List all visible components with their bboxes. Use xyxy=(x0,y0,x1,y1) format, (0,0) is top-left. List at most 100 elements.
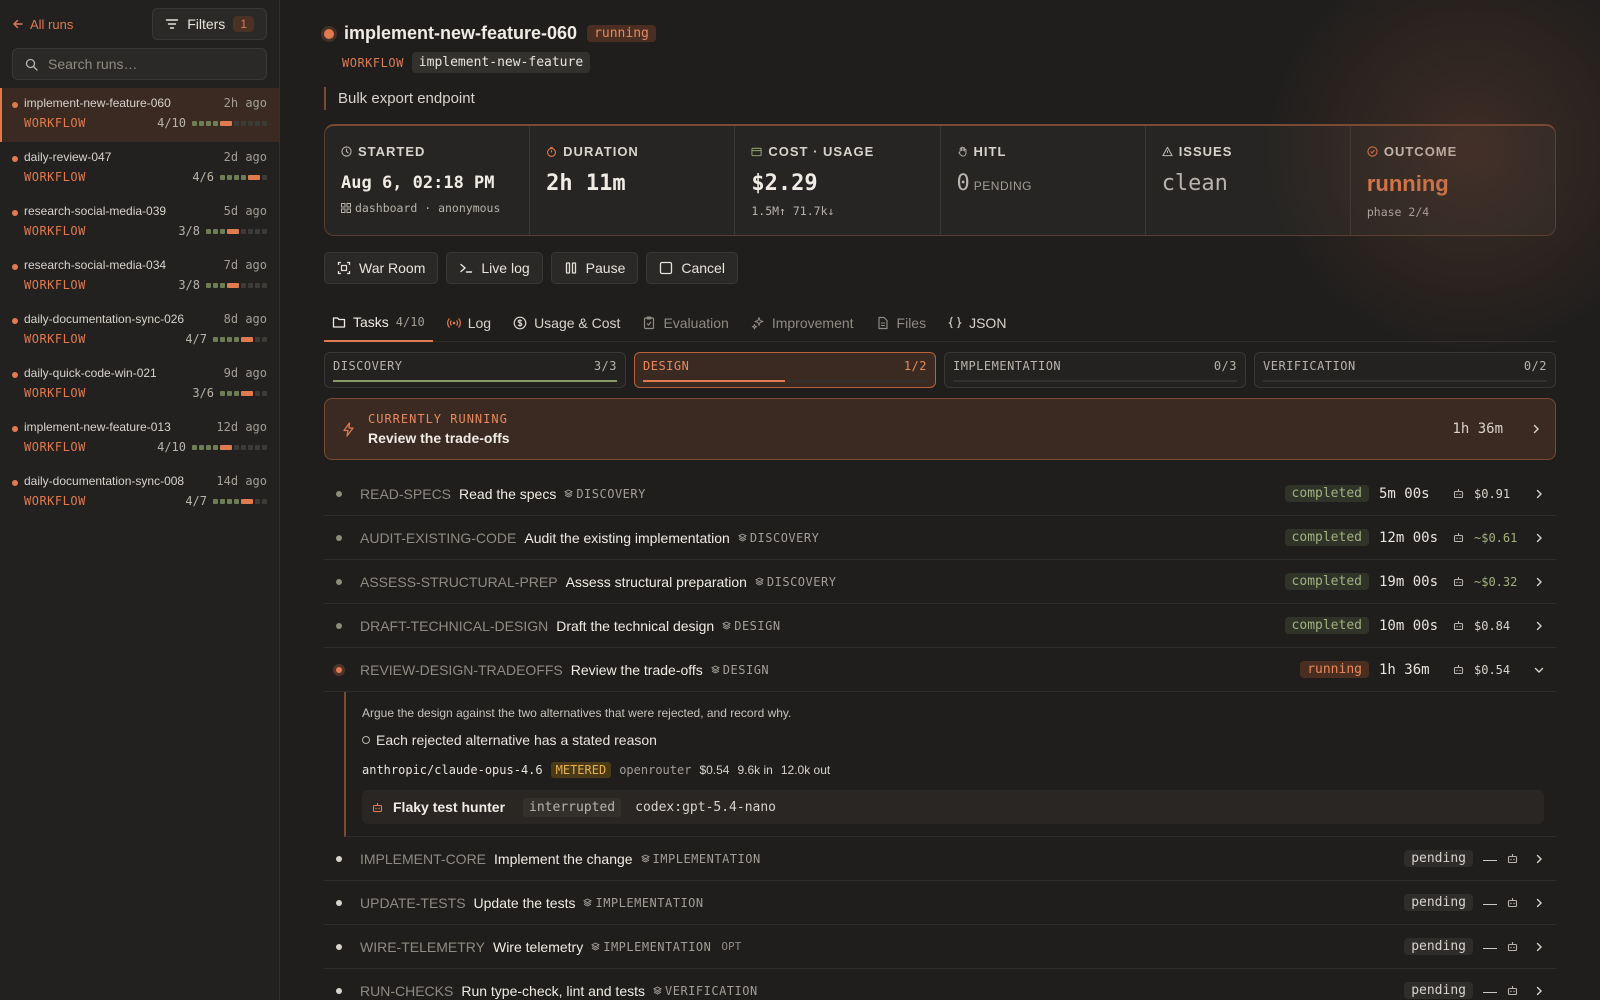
cancel-button[interactable]: Cancel xyxy=(646,252,738,284)
tab-log[interactable]: Log xyxy=(439,304,499,342)
task-status-badge: pending xyxy=(1404,982,1473,999)
task-status-dot xyxy=(336,622,342,629)
subagent-model: codex:gpt-5.4-nano xyxy=(635,799,777,815)
task-row[interactable]: AUDIT-EXISTING-CODE Audit the existing i… xyxy=(324,516,1556,560)
task-phase: DESIGN xyxy=(710,662,770,677)
task-row[interactable]: READ-SPECS Read the specs DISCOVERY comp… xyxy=(324,472,1556,516)
tab-tasks-label: Tasks xyxy=(353,314,389,330)
arrow-left-icon xyxy=(13,19,23,29)
run-kind: WORKFLOW xyxy=(24,386,86,400)
run-list-item[interactable]: implement-new-feature-060 2h ago WORKFLOW 4… xyxy=(0,88,279,142)
run-name: research-social-media-034 xyxy=(24,258,167,272)
task-row[interactable]: REVIEW-DESIGN-TRADEOFFS Review the trade… xyxy=(324,648,1556,692)
tab-improvement[interactable]: Improvement xyxy=(743,304,862,342)
run-progress: 4/10 xyxy=(157,116,186,130)
phase-progress-bar xyxy=(1263,380,1547,382)
chevron-right-icon xyxy=(1536,898,1542,907)
progress-segment xyxy=(199,444,204,450)
run-list-item[interactable]: daily-quick-code-win-021 9d ago WORKFLOW 3/… xyxy=(0,358,279,412)
issues-label: ISSUES xyxy=(1178,144,1233,159)
task-name: Wire telemetry xyxy=(492,938,584,955)
robot-icon xyxy=(1453,577,1464,587)
phase-implementation[interactable]: IMPLEMENTATION 0/3 xyxy=(944,352,1246,388)
hitl-label: HITL xyxy=(973,144,1007,159)
tab-usage-cost[interactable]: Usage & Cost xyxy=(505,304,628,342)
run-progress: 4/7 xyxy=(185,494,207,508)
robot-icon xyxy=(372,802,383,812)
run-list-item[interactable]: daily-documentation-sync-008 14d ago WORKF… xyxy=(0,466,279,520)
run-progress: 4/10 xyxy=(157,440,186,454)
progress-segment xyxy=(248,174,260,180)
task-row[interactable]: WIRE-TELEMETRY Wire telemetry IMPLEMENTA… xyxy=(324,925,1556,969)
task-phase-label: DESIGN xyxy=(722,662,770,677)
subagent-row[interactable]: Flaky test hunter interrupted codex:gpt-… xyxy=(362,790,1544,824)
model-meta: anthropic/claude-opus-4.6 METERED openro… xyxy=(362,762,1544,778)
tab-json[interactable]: JSON xyxy=(940,304,1014,342)
run-list-item[interactable]: daily-review-047 2d ago WORKFLOW 4/6 xyxy=(0,142,279,196)
chevron-right-icon xyxy=(1536,986,1542,995)
broadcast-icon xyxy=(446,318,461,328)
task-row[interactable]: UPDATE-TESTS Update the tests IMPLEMENTA… xyxy=(324,881,1556,925)
war-room-button[interactable]: War Room xyxy=(324,252,439,284)
task-row[interactable]: ASSESS-STRUCTURAL-PREP Assess structural… xyxy=(324,560,1556,604)
task-phase: DESIGN xyxy=(722,619,780,633)
chevron-right-icon xyxy=(1536,854,1542,863)
task-id: REVIEW-DESIGN-TRADEOFFS xyxy=(360,661,563,678)
run-ago: 5d ago xyxy=(223,204,267,218)
run-ago: 14d ago xyxy=(216,474,267,488)
phase-name: DESIGN xyxy=(643,359,690,373)
run-kind: WORKFLOW xyxy=(24,494,86,508)
task-name: Read the specs xyxy=(459,485,557,502)
phase-design[interactable]: DESIGN 1/2 xyxy=(634,352,936,388)
progress-segment xyxy=(255,282,260,288)
run-progress: 4/7 xyxy=(185,332,207,346)
progress-segment xyxy=(248,444,253,450)
search-icon xyxy=(25,58,38,71)
run-list: implement-new-feature-060 2h ago WORKFLOW 4… xyxy=(0,88,279,520)
search-input[interactable] xyxy=(48,56,254,72)
run-list-item[interactable]: research-social-media-039 5d ago WORKFLOW 3… xyxy=(0,196,279,250)
task-duration: 12m 00s xyxy=(1379,529,1439,546)
task-status-badge: pending xyxy=(1404,850,1473,867)
task-status-dot xyxy=(336,490,342,497)
workflow-name-chip[interactable]: implement-new-feature xyxy=(411,52,591,73)
run-name: implement-new-feature-060 xyxy=(24,96,171,110)
started-value: Aug 6, 02:18 PM xyxy=(341,173,495,193)
cost-value: $2.29 xyxy=(751,171,818,196)
run-kind: WORKFLOW xyxy=(24,440,86,454)
status-badge: running xyxy=(587,25,656,42)
task-row[interactable]: IMPLEMENT-CORE Implement the change IMPL… xyxy=(324,837,1556,881)
currently-running-label: CURRENTLY RUNNING xyxy=(368,412,508,426)
phase-discovery[interactable]: DISCOVERY 3/3 xyxy=(324,352,626,388)
run-list-item[interactable]: implement-new-feature-013 12d ago WORKFLOW… xyxy=(0,412,279,466)
run-list-item[interactable]: research-social-media-034 7d ago WORKFLOW 3… xyxy=(0,250,279,304)
chevron-right-icon xyxy=(1533,424,1539,434)
run-list-item[interactable]: daily-documentation-sync-026 8d ago WORKFL… xyxy=(0,304,279,358)
tokens-out: 12.0k out xyxy=(780,763,831,777)
task-row[interactable]: RUN-CHECKS Run type-check, lint and test… xyxy=(324,969,1556,1000)
live-log-label: Live log xyxy=(481,260,530,276)
tab-tasks[interactable]: Tasks 4/10 xyxy=(324,304,433,342)
tab-files[interactable]: Files xyxy=(868,304,935,342)
progress-segment xyxy=(234,336,239,342)
all-runs-link[interactable]: All runs xyxy=(12,17,73,32)
task-duration: 5m 00s xyxy=(1379,485,1430,502)
filters-button[interactable]: Filters 1 xyxy=(152,8,267,40)
currently-running-card[interactable]: CURRENTLY RUNNING Review the trade-offs … xyxy=(324,398,1556,460)
robot-icon xyxy=(1453,533,1464,543)
all-runs-label: All runs xyxy=(30,16,74,32)
robot-icon xyxy=(1453,665,1464,675)
phase-verification[interactable]: VERIFICATION 0/2 xyxy=(1254,352,1556,388)
tab-evaluation[interactable]: Evaluation xyxy=(634,304,736,342)
started-source: dashboard · anonymous xyxy=(355,201,501,215)
task-row[interactable]: DRAFT-TECHNICAL-DESIGN Draft the technic… xyxy=(324,604,1556,648)
progress-segment xyxy=(255,228,260,234)
progress-segment xyxy=(213,228,218,234)
model-name: anthropic/claude-opus-4.6 xyxy=(362,763,543,777)
timer-icon xyxy=(547,146,557,157)
pause-button[interactable]: Pause xyxy=(550,252,639,284)
token-usage: 1.5M↑ 71.7k↓ xyxy=(751,204,835,218)
progress-segment xyxy=(234,498,239,504)
progress-segment xyxy=(213,336,218,342)
live-log-button[interactable]: Live log xyxy=(446,252,543,284)
